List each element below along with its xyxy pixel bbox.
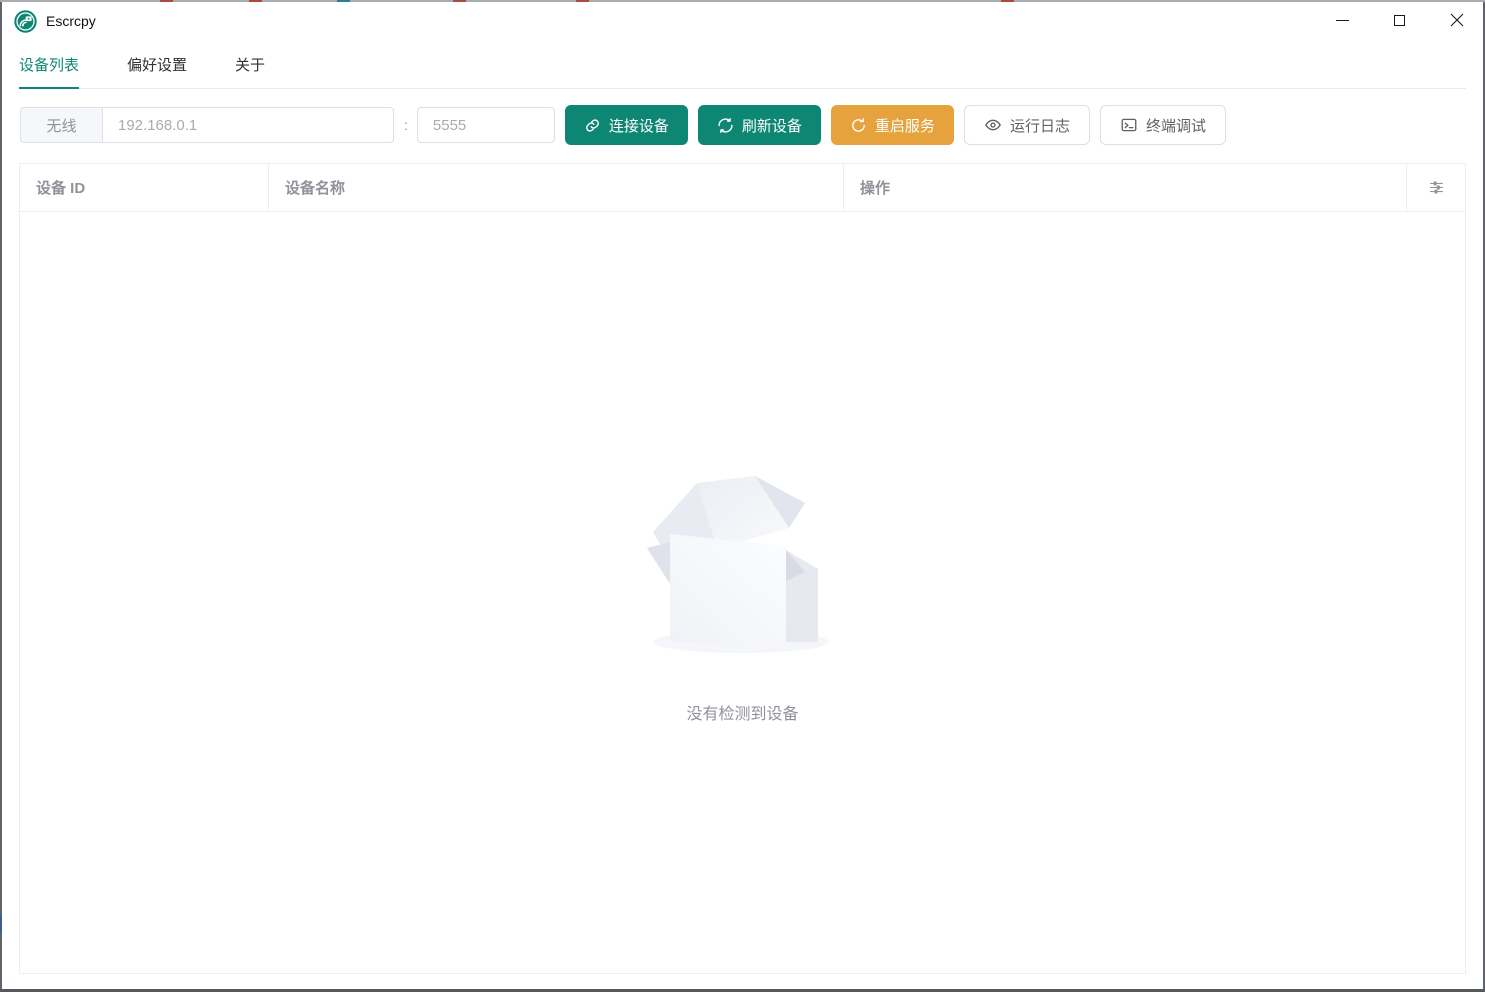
restart-icon [850, 117, 867, 134]
button-label: 终端调试 [1146, 115, 1206, 136]
run-log-button[interactable]: 运行日志 [964, 105, 1090, 145]
tab-preferences[interactable]: 偏好设置 [127, 40, 187, 88]
app-title: Escrcpy [46, 13, 96, 29]
maximize-icon [1394, 15, 1405, 26]
connect-device-button[interactable]: 连接设备 [565, 105, 688, 145]
column-settings-button[interactable] [1407, 164, 1465, 211]
button-label: 重启服务 [875, 115, 935, 136]
minimize-button[interactable] [1314, 0, 1371, 40]
terminal-debug-button[interactable]: 终端调试 [1100, 105, 1226, 145]
app-window: Escrcpy 设备列表 偏好设置 关于 无线 : 连接设备 [0, 0, 1485, 992]
title-bar: Escrcpy [0, 2, 1485, 40]
column-header-actions: 操作 [844, 164, 1407, 211]
operation-sliders-icon [1427, 178, 1446, 197]
empty-state: 没有检测到设备 [20, 456, 1465, 724]
empty-box-illustration [643, 456, 843, 656]
table-header: 设备 ID 设备名称 操作 [20, 164, 1465, 212]
wireless-label: 无线 [21, 108, 103, 142]
refresh-icon [717, 117, 734, 134]
minimize-icon [1336, 20, 1349, 21]
tab-label: 偏好设置 [127, 54, 187, 75]
restart-service-button[interactable]: 重启服务 [831, 105, 954, 145]
empty-state-text: 没有检测到设备 [20, 700, 1465, 724]
button-label: 连接设备 [609, 115, 669, 136]
refresh-devices-button[interactable]: 刷新设备 [698, 105, 821, 145]
terminal-icon [1120, 116, 1138, 134]
top-edge-artifact [0, 0, 1485, 2]
column-header-device-name: 设备名称 [269, 164, 844, 211]
ip-input-group: 无线 [20, 107, 394, 143]
button-label: 刷新设备 [742, 115, 802, 136]
ip-address-input[interactable] [103, 108, 393, 142]
maximize-button[interactable] [1371, 0, 1428, 40]
tab-bar: 设备列表 偏好设置 关于 [19, 40, 1466, 89]
ip-port-separator: : [404, 117, 408, 133]
tab-label: 关于 [235, 54, 265, 75]
button-label: 运行日志 [1010, 115, 1070, 136]
eye-icon [984, 116, 1002, 134]
tab-about[interactable]: 关于 [235, 40, 295, 88]
window-controls [1314, 0, 1485, 40]
column-header-device-id: 设备 ID [20, 164, 269, 211]
close-icon [1450, 13, 1464, 27]
link-icon [584, 117, 601, 134]
connection-toolbar: 无线 : 连接设备 刷新设备 重启服务 [20, 104, 1226, 146]
port-input-box [417, 107, 555, 143]
escrcpy-logo-icon [14, 10, 37, 33]
tab-label: 设备列表 [19, 54, 79, 75]
device-table: 设备 ID 设备名称 操作 [19, 163, 1466, 974]
left-edge-artifact [0, 2, 2, 992]
close-button[interactable] [1428, 0, 1485, 40]
tab-device-list[interactable]: 设备列表 [19, 40, 79, 88]
